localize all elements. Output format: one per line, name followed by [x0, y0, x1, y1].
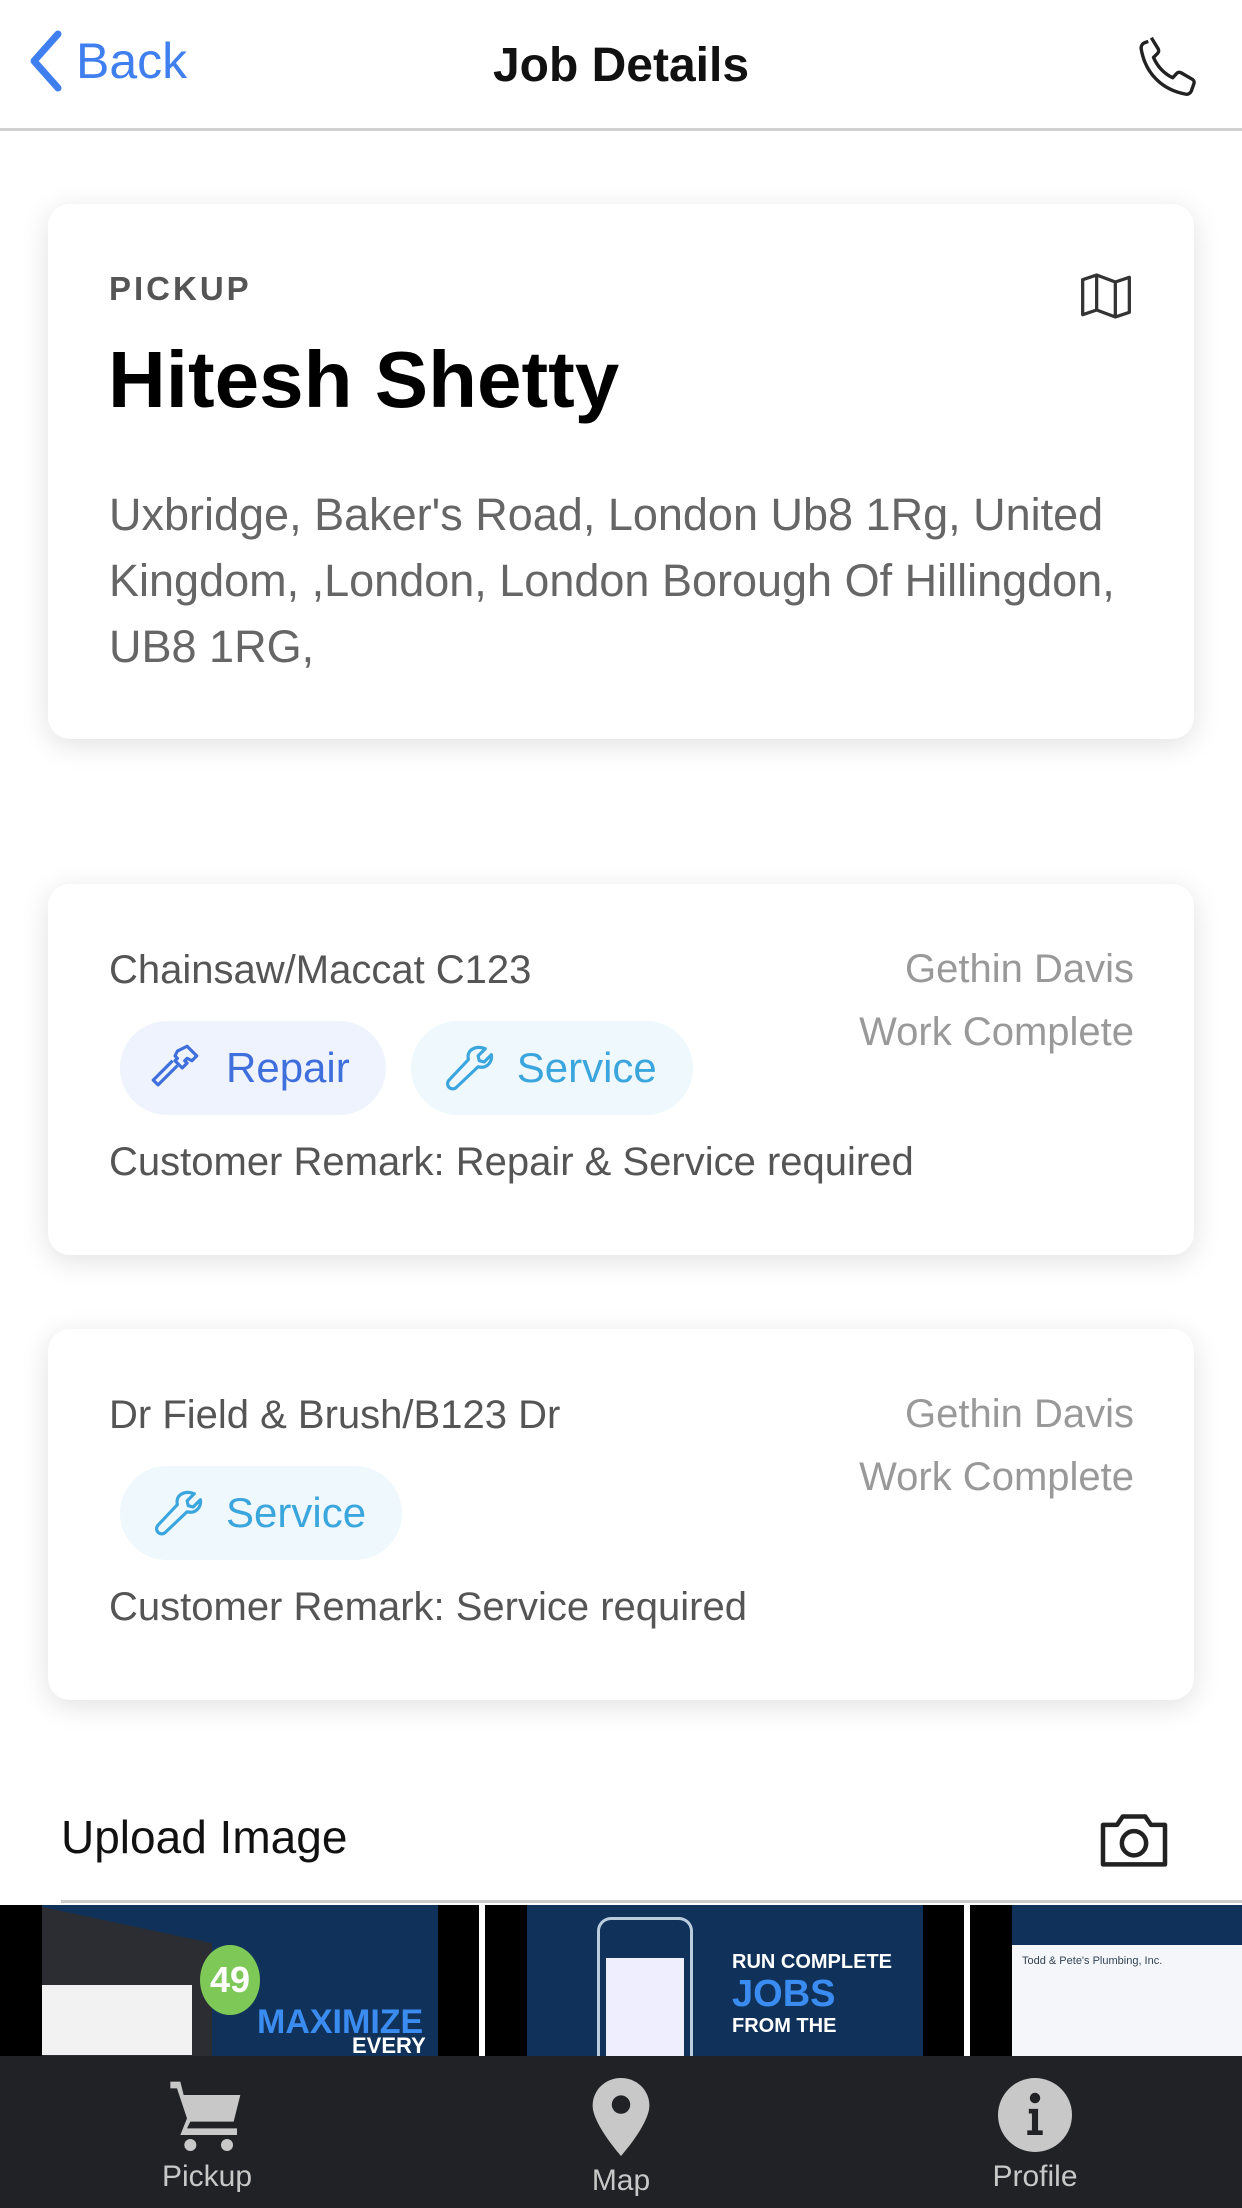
uploaded-image[interactable]: RUN COMPLETE JOBS FROM THE: [485, 1905, 964, 2056]
service-tag[interactable]: Service: [120, 1466, 403, 1560]
service-label: Service: [516, 1044, 657, 1091]
image-text: EVERY: [352, 2033, 426, 2056]
bottom-tab-bar: Pickup Map Profile: [0, 2056, 1242, 2208]
customer-address: Uxbridge, Baker's Road, London Ub8 1Rg, …: [109, 489, 1115, 672]
repair-label: Repair: [226, 1044, 350, 1091]
image-text: FROM THE: [732, 2015, 837, 2037]
tab-label: Map: [591, 2164, 651, 2197]
job-card[interactable]: Dr Field & Brush/B123 Dr Gethin Davis Wor…: [48, 1329, 1194, 1700]
phone-icon[interactable]: [1130, 30, 1206, 109]
tab-map[interactable]: Map: [414, 2056, 828, 2208]
job-card[interactable]: Chainsaw/Maccat C123 Gethin Davis Work Co…: [48, 884, 1194, 1255]
image-text: RUN COMPLETE: [732, 1951, 892, 1973]
tab-profile[interactable]: Profile: [828, 2056, 1242, 2208]
service-tag[interactable]: Service: [410, 1021, 693, 1115]
wrench-icon: [445, 1045, 493, 1091]
customer-name: Hitesh Shetty: [108, 335, 620, 424]
technician: Gethin Davis: [905, 947, 1134, 991]
technician: Gethin Davis: [905, 1392, 1134, 1436]
job-item: Dr Field & Brush/B123 Dr: [109, 1393, 561, 1437]
customer-remark: Customer Remark: Service required: [109, 1585, 747, 1629]
map-pin-icon: [592, 2078, 650, 2156]
repair-tag[interactable]: Repair: [120, 1021, 386, 1115]
page-title: Job Details: [492, 39, 750, 92]
pickup-card: PICKUP Hitesh Shetty Uxbridge, Baker's R…: [48, 204, 1194, 739]
image-text: JOBS: [732, 1973, 836, 2015]
tab-pickup[interactable]: Pickup: [0, 2056, 414, 2208]
wrench-icon: [155, 1490, 203, 1536]
customer-remark: Customer Remark: Repair & Service requir…: [109, 1140, 914, 1184]
pickup-label: PICKUP: [109, 270, 252, 307]
image-text: Todd & Pete's Plumbing, Inc.: [1012, 1945, 1242, 2056]
image-gallery[interactable]: 49 MAXIMIZE EVERY RUN COMPLETE JOBS FROM T…: [0, 1905, 1242, 2056]
job-status: Work Complete: [859, 1455, 1134, 1499]
divider: [61, 1900, 1242, 1903]
image-badge: 49: [200, 1945, 260, 2015]
hammer-icon: [151, 1044, 199, 1087]
uploaded-image[interactable]: Todd & Pete's Plumbing, Inc.: [970, 1905, 1242, 2056]
uploaded-image[interactable]: 49 MAXIMIZE EVERY: [0, 1905, 479, 2056]
job-status: Work Complete: [859, 1010, 1134, 1054]
camera-icon[interactable]: [1096, 1808, 1172, 1875]
nav-bar: Back Job Details: [0, 0, 1242, 131]
service-label: Service: [226, 1489, 367, 1536]
map-icon[interactable]: [1078, 268, 1134, 329]
tab-label: Profile: [992, 2160, 1078, 2193]
tab-label: Pickup: [161, 2160, 253, 2193]
info-icon: [998, 2078, 1072, 2152]
cart-icon: [170, 2081, 241, 2151]
job-item: Chainsaw/Maccat C123: [109, 948, 532, 992]
upload-image-label: Upload Image: [61, 1811, 348, 1863]
